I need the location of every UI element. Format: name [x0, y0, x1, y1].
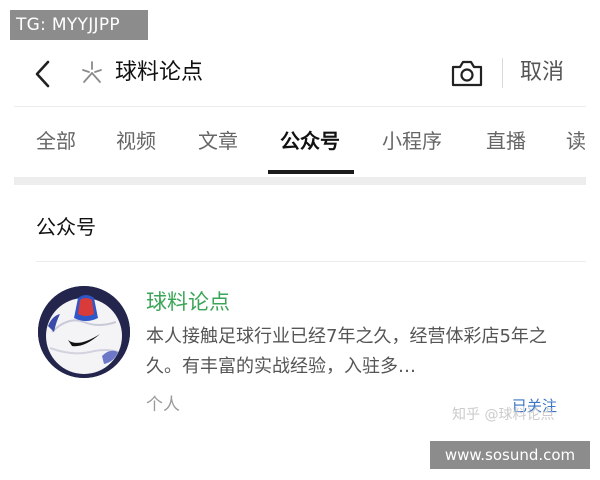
tab-articles[interactable]: 文章 [198, 124, 238, 158]
account-name[interactable]: 球料论点 [146, 286, 230, 318]
tab-live[interactable]: 直播 [486, 124, 526, 158]
watermark-bottom-right: www.sosund.com [430, 441, 590, 469]
account-description: 本人接触足球行业已经7年之久，经营体彩店5年之久。有丰富的实战经验，入驻多… [146, 326, 547, 377]
watermark-top-left: TG: MYYJJPP [10, 10, 148, 40]
tab-official-accounts[interactable]: 公众号 [280, 124, 340, 158]
search-bar-divider [502, 58, 503, 88]
chevron-left-icon [35, 60, 50, 88]
header-divider [14, 106, 586, 107]
section-divider [36, 261, 586, 262]
zhihu-watermark: 知乎 @球料论点 [452, 407, 555, 423]
section-title: 公众号 [36, 215, 96, 239]
account-avatar[interactable] [38, 286, 130, 378]
tab-read[interactable]: 读 [566, 124, 586, 158]
search-input[interactable]: 球料论点 [115, 56, 203, 90]
camera-icon [451, 60, 483, 87]
sparkle-icon [80, 60, 104, 86]
tab-all[interactable]: 全部 [36, 124, 76, 158]
camera-button[interactable] [450, 58, 484, 88]
back-button[interactable] [28, 58, 58, 90]
soccer-ball-icon [38, 286, 130, 378]
cancel-button[interactable]: 取消 [520, 56, 564, 90]
tabs-separator [14, 177, 586, 185]
active-tab-indicator [268, 170, 354, 174]
account-type: 个人 [146, 395, 180, 415]
tab-videos[interactable]: 视频 [116, 124, 156, 158]
tab-mini-programs[interactable]: 小程序 [382, 124, 442, 158]
